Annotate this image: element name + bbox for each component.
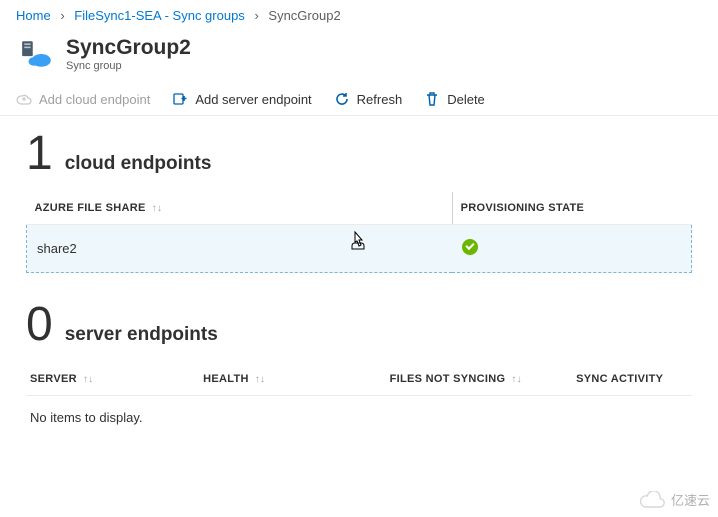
col-files-not-syncing[interactable]: Files Not Syncing↑↓ [386, 363, 572, 396]
page-title: SyncGroup2 [66, 35, 191, 60]
success-icon [462, 239, 478, 255]
watermark: 亿速云 [639, 490, 710, 509]
add-cloud-endpoint-button: Add cloud endpoint [16, 91, 150, 107]
trash-icon [424, 91, 440, 107]
sort-icon: ↑↓ [152, 203, 163, 214]
sort-icon: ↑↓ [511, 374, 522, 385]
breadcrumb: Home › FileSync1-SEA - Sync groups › Syn… [0, 0, 718, 29]
server-endpoint-label: server endpoints [65, 324, 218, 346]
sort-icon: ↑↓ [255, 374, 266, 385]
server-add-icon [172, 91, 188, 107]
chevron-right-icon: › [254, 8, 258, 23]
chevron-right-icon: › [60, 8, 64, 23]
col-health[interactable]: Health↑↓ [199, 363, 385, 396]
server-endpoint-count: 0 [26, 301, 53, 349]
col-azure-file-share[interactable]: Azure File Share↑↓ [27, 192, 453, 225]
delete-button[interactable]: Delete [424, 91, 485, 107]
sync-group-icon [20, 37, 54, 71]
cloud-add-icon [16, 91, 32, 107]
server-endpoints-table: Server↑↓ Health↑↓ Files Not Syncing↑↓ Sy… [26, 363, 692, 396]
breadcrumb-home[interactable]: Home [16, 8, 51, 23]
cloud-endpoint-label: cloud endpoints [65, 153, 212, 175]
page-header: SyncGroup2 Sync group [0, 29, 718, 82]
table-row[interactable]: share2 [27, 225, 692, 273]
refresh-button[interactable]: Refresh [334, 91, 403, 107]
add-server-endpoint-button[interactable]: Add server endpoint [172, 91, 311, 107]
breadcrumb-parent[interactable]: FileSync1-SEA - Sync groups [74, 8, 245, 23]
page-subtitle: Sync group [66, 60, 191, 72]
col-sync-activity[interactable]: Sync Activity [572, 363, 692, 396]
toolbar: Add cloud endpoint Add server endpoint R… [0, 82, 718, 116]
cloud-endpoint-count: 1 [26, 130, 53, 178]
cloud-endpoints-table: Azure File Share↑↓ Provisioning State sh… [26, 192, 692, 273]
breadcrumb-current: SyncGroup2 [268, 8, 340, 23]
col-server[interactable]: Server↑↓ [26, 363, 199, 396]
empty-message: No items to display. [26, 396, 692, 439]
cloud-logo-icon [639, 491, 667, 509]
refresh-icon [334, 91, 350, 107]
cell-state [452, 225, 691, 273]
sort-icon: ↑↓ [83, 374, 94, 385]
cell-share: share2 [27, 225, 453, 273]
server-endpoints-section: 0 server endpoints Server↑↓ Health↑↓ Fil… [0, 279, 718, 443]
col-provisioning-state[interactable]: Provisioning State [452, 192, 691, 225]
cloud-endpoints-section: 1 cloud endpoints Azure File Share↑↓ Pro… [0, 116, 718, 279]
